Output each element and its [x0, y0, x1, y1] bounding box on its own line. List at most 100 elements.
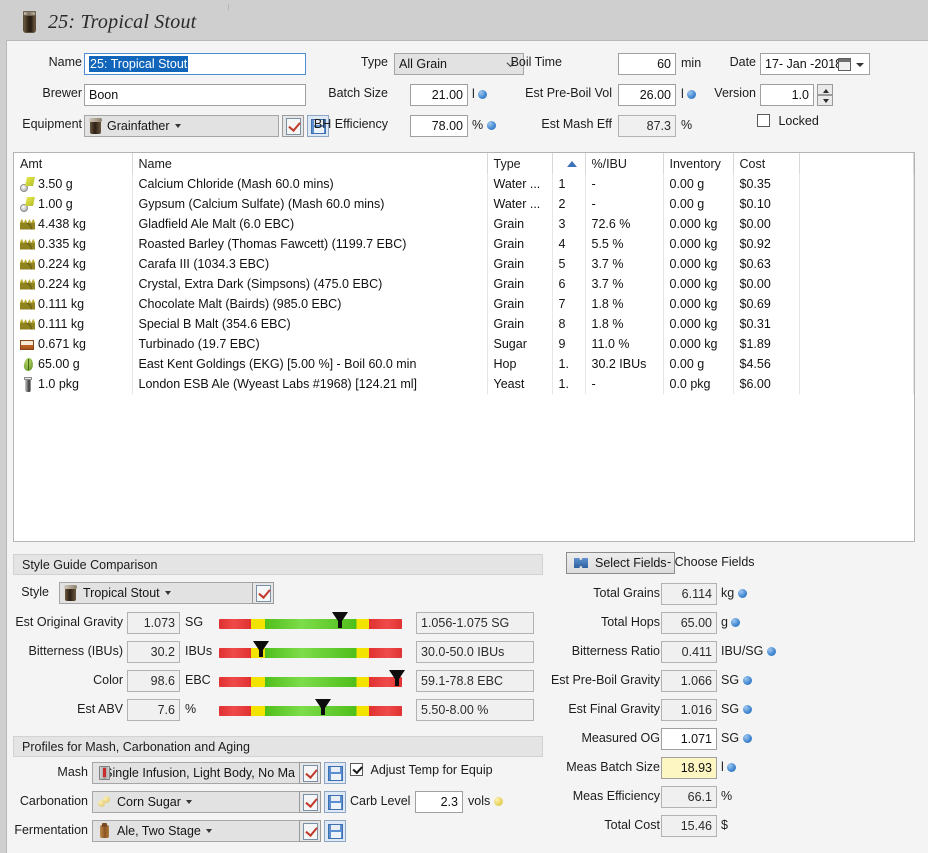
version-stepper-up[interactable]	[817, 84, 833, 95]
cell-cost: $0.63	[733, 254, 800, 274]
date-input[interactable]: 17- Jan -2018	[760, 53, 870, 75]
column-header-cost[interactable]: Cost	[733, 153, 800, 174]
equipment-dropdown[interactable]: Grainfather	[84, 115, 279, 137]
name-label: Name	[48, 55, 82, 69]
metric-marker	[331, 612, 348, 628]
carbonation-save-button[interactable]	[324, 791, 346, 813]
amt-text: 0.224 kg	[38, 257, 86, 271]
field-unit-text: %	[721, 789, 733, 803]
cell-name: Chocolate Malt (Bairds) (985.0 EBC)	[132, 294, 488, 314]
locked-checkbox[interactable]	[757, 114, 770, 127]
style-edit-button[interactable]	[252, 582, 274, 604]
chevron-down-icon	[185, 800, 192, 804]
column-header-amt[interactable]: Amt	[14, 153, 133, 174]
cell-index: 7	[552, 294, 586, 314]
equipment-edit-button[interactable]	[282, 115, 304, 137]
style-glass-icon	[64, 584, 77, 602]
column-header-type[interactable]: Type	[487, 153, 553, 174]
cell-index: 8	[552, 314, 586, 334]
cell-amt: 0.111 kg	[14, 294, 133, 314]
locked-checkbox-row[interactable]: Locked	[757, 114, 819, 128]
carbonation-edit-button[interactable]	[299, 791, 321, 813]
field-label: Total Grains	[593, 586, 660, 600]
table-row[interactable]: 1.00 g Gypsum (Calcium Sulfate) (Mash 60.…	[14, 194, 914, 214]
mash-save-button[interactable]	[324, 762, 346, 784]
name-input[interactable]: 25: Tropical Stout	[84, 53, 306, 75]
column-header-inventory[interactable]: Inventory	[663, 153, 734, 174]
cell-type: Grain	[487, 234, 553, 254]
column-header-name[interactable]: Name	[132, 153, 488, 174]
version-stepper-down[interactable]	[817, 95, 833, 106]
metric-label: Est ABV	[77, 702, 123, 716]
preboil-status-dot	[687, 90, 697, 99]
column-header-sort[interactable]	[552, 153, 586, 174]
mash-dropdown[interactable]: Single Infusion, Light Body, No Ma	[92, 762, 300, 784]
type-value: All Grain	[399, 57, 447, 71]
est-preboil-vol-input[interactable]: 26.00	[618, 84, 676, 106]
cell-amt: 0.224 kg	[14, 274, 133, 294]
chevron-down-icon	[174, 124, 181, 128]
grain-icon	[20, 257, 35, 272]
chevron-down-icon[interactable]	[856, 63, 864, 67]
carbonation-dropdown[interactable]: Corn Sugar	[92, 791, 300, 813]
field-value[interactable]: 1.071	[661, 728, 717, 750]
mash-edit-button[interactable]	[299, 762, 321, 784]
table-row[interactable]: 0.111 kg Chocolate Malt (Bairds) (985.0 E…	[14, 294, 914, 314]
field-unit: %	[721, 789, 732, 803]
field-label: Meas Efficiency	[572, 789, 660, 803]
table-row[interactable]: 0.224 kg Crystal, Extra Dark (Simpsons) (…	[14, 274, 914, 294]
style-dropdown[interactable]: Tropical Stout	[59, 582, 254, 604]
version-input[interactable]: 1.0	[760, 84, 814, 106]
cell-type: Grain	[487, 254, 553, 274]
table-row[interactable]: 0.335 kg Roasted Barley (Thomas Fawcett) …	[14, 234, 914, 254]
table-row[interactable]: 65.00 g East Kent Goldings (EKG) [5.00 %]…	[14, 354, 914, 374]
bh-efficiency-label: BH Efficiency	[313, 117, 388, 131]
cell-amt: 1.00 g	[14, 194, 133, 214]
table-row[interactable]: 0.671 kg Turbinado (19.7 EBC) Sugar 9 11.0 %…	[14, 334, 914, 354]
adjust-temp-checkbox-row[interactable]: Adjust Temp for Equip	[350, 763, 493, 777]
boil-time-input[interactable]: 60	[618, 53, 676, 75]
calendar-icon[interactable]	[838, 58, 851, 71]
fermentation-dropdown[interactable]: Ale, Two Stage	[92, 820, 300, 842]
column-header-pct-ibu[interactable]: %/IBU	[585, 153, 664, 174]
batch-size-input[interactable]: 21.00	[410, 84, 468, 106]
sort-ascending-icon	[566, 160, 577, 167]
cell-index: 1	[552, 174, 586, 194]
cell-inventory: 0.00 g	[663, 194, 734, 214]
table-row[interactable]: 0.224 kg Carafa III (1034.3 EBC) Grain 5 3.7…	[14, 254, 914, 274]
mash-tun-icon	[97, 765, 111, 781]
version-stepper[interactable]	[817, 84, 833, 106]
amt-text: 0.671 kg	[38, 337, 86, 351]
est-preboil-vol-label: Est Pre-Boil Vol	[525, 86, 612, 100]
beersmith-recipe-window: 25: Tropical Stout Name 25: Tropical Sto…	[0, 0, 928, 853]
tab-seam-divider	[228, 4, 229, 10]
ingredients-grid[interactable]: Amt Name Type %/IBU Inventory Cost 3.50 …	[13, 152, 915, 542]
equipment-value: Grainfather	[107, 119, 170, 133]
table-row[interactable]: 3.50 g Calcium Chloride (Mash 60.0 mins) W…	[14, 174, 914, 194]
carb-level-unit: vols	[468, 794, 503, 808]
field-value[interactable]: 18.93	[661, 757, 717, 779]
fermentation-save-button[interactable]	[324, 820, 346, 842]
fermentation-edit-button[interactable]	[299, 820, 321, 842]
field-status-dot	[727, 763, 737, 772]
metric-marker	[253, 641, 270, 657]
table-row[interactable]: 4.438 kg Gladfield Ale Malt (6.0 EBC) Grai…	[14, 214, 914, 234]
select-fields-button[interactable]: Select Fields	[566, 552, 675, 574]
carb-level-input[interactable]: 2.3	[415, 791, 463, 813]
adjust-temp-checkbox[interactable]	[350, 763, 363, 776]
date-label: Date	[729, 55, 756, 69]
metric-unit: IBUs	[185, 644, 213, 658]
cell-pct-ibu: -	[585, 374, 664, 394]
cell-inventory: 0.000 kg	[663, 294, 734, 314]
amt-text: 0.111 kg	[38, 317, 85, 331]
cell-inventory: 0.000 kg	[663, 314, 734, 334]
brewer-input[interactable]: Boon	[84, 84, 306, 106]
amt-text: 65.00 g	[38, 357, 80, 371]
cell-inventory: 0.0 pkg	[663, 374, 734, 394]
bh-efficiency-input[interactable]: 78.00	[410, 115, 468, 137]
table-row[interactable]: 1.0 pkg London ESB Ale (Wyeast Labs #1968…	[14, 374, 914, 394]
bh-efficiency-unit: %	[472, 118, 496, 132]
table-row[interactable]: 0.111 kg Special B Malt (354.6 EBC) Grain 8…	[14, 314, 914, 334]
cell-amt: 1.0 pkg	[14, 374, 133, 394]
field-unit: $	[721, 818, 728, 832]
